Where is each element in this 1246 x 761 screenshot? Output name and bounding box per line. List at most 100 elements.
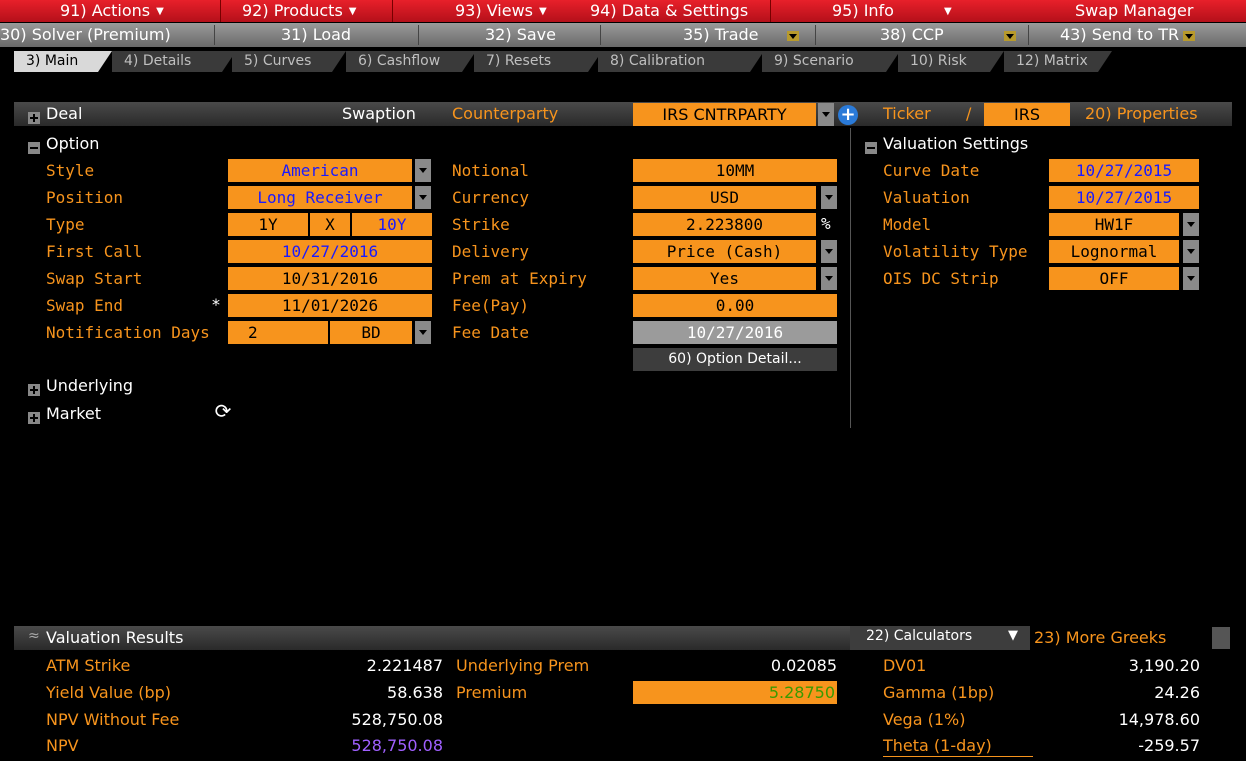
actions-menu[interactable]: 91) Actions ▼ (60, 0, 164, 22)
atm-strike-label: ATM Strike (46, 656, 131, 675)
ticker-label: Ticker (883, 104, 931, 123)
prem-at-expiry-dropdown[interactable] (821, 267, 837, 290)
delivery-field[interactable]: Price (Cash) (633, 240, 816, 263)
send-to-tr-button[interactable]: 43) Send to TR (1060, 23, 1196, 47)
strike-field[interactable]: 2.223800 (633, 213, 816, 236)
ois-dc-strip-field[interactable]: OFF (1049, 267, 1179, 290)
ccp-button[interactable]: 38) CCP (880, 23, 1016, 47)
prem-at-expiry-label: Prem at Expiry (452, 269, 587, 288)
fee-pay-field[interactable]: 0.00 (633, 294, 837, 317)
tab-scenario[interactable]: 9) Scenario (762, 51, 886, 72)
chevron-down-icon: ▼ (539, 5, 547, 17)
properties-button[interactable]: 20) Properties (1085, 104, 1198, 123)
currency-field[interactable]: USD (633, 186, 816, 209)
npv-label: NPV (46, 736, 79, 755)
notification-days-label: Notification Days (46, 323, 210, 342)
scroll-handle[interactable] (1212, 627, 1230, 649)
trade-button[interactable]: 35) Trade (683, 23, 799, 47)
ticker-field[interactable]: IRS (984, 103, 1070, 126)
ccp-button-label: 38) CCP (880, 25, 944, 44)
plus-icon (28, 411, 40, 424)
vega-value: 14,978.60 (1118, 710, 1200, 729)
notification-days-field[interactable]: 2 (228, 321, 328, 344)
valuation-results-title: Valuation Results (46, 628, 184, 647)
tab-risk[interactable]: 10) Risk (898, 51, 990, 72)
swap-start-field[interactable]: 10/31/2016 (228, 267, 432, 290)
save-button[interactable]: 32) Save (485, 23, 556, 47)
tab-edge (332, 51, 346, 72)
add-counterparty-icon[interactable]: + (838, 105, 858, 125)
notional-field[interactable]: 10MM (633, 159, 837, 182)
ois-dc-strip-dropdown[interactable] (1183, 267, 1199, 290)
counterparty-dropdown[interactable] (818, 103, 834, 126)
app-title: Swap Manager (1075, 1, 1194, 20)
style-label: Style (46, 161, 95, 180)
position-field[interactable]: Long Receiver (228, 186, 412, 209)
products-menu[interactable]: 92) Products ▼ (242, 0, 356, 22)
first-call-field[interactable]: 10/27/2016 (228, 240, 432, 263)
valuation-date-field[interactable]: 10/27/2015 (1049, 186, 1199, 209)
model-dropdown[interactable] (1183, 213, 1199, 236)
tab-details[interactable]: 4) Details (112, 51, 222, 72)
position-dropdown[interactable] (415, 186, 431, 209)
counterparty-field[interactable]: IRS CNTRPARTY (633, 103, 816, 126)
deal-expand-button[interactable] (28, 107, 40, 126)
views-menu[interactable]: 93) Views ▼ (455, 0, 547, 22)
column-divider (850, 128, 851, 428)
theta-underline (883, 756, 1033, 757)
ticker-separator: / (966, 104, 972, 123)
tab-main[interactable]: 3) Main (14, 51, 98, 72)
data-settings-menu[interactable]: 94) Data & Settings (590, 0, 748, 22)
info-menu[interactable]: 95) Info ▼ (832, 0, 952, 22)
volatility-type-field[interactable]: Lognormal (1049, 240, 1179, 263)
products-menu-label: 92) Products (242, 1, 343, 20)
refresh-icon[interactable]: ⟳ (212, 400, 234, 422)
swap-start-label: Swap Start (46, 269, 143, 288)
data-settings-menu-label: 94) Data & Settings (590, 1, 749, 20)
notification-unit-dropdown[interactable] (415, 321, 431, 344)
tab-cashflow[interactable]: 6) Cashflow (346, 51, 462, 72)
yield-value-label: Yield Value (bp) (46, 683, 171, 702)
underlying-prem-value: 0.02085 (770, 656, 837, 675)
market-expand-button[interactable] (28, 407, 40, 426)
currency-dropdown[interactable] (821, 186, 837, 209)
type-label: Type (46, 215, 85, 234)
solver-button[interactable]: 30) Solver (Premium) (0, 23, 213, 47)
type-underlying-tenor-field[interactable]: 10Y (352, 213, 432, 236)
tab-calibration[interactable]: 8) Calibration (598, 51, 750, 72)
type-tenor-field[interactable]: 1Y (228, 213, 308, 236)
first-call-label: First Call (46, 242, 143, 261)
calculators-label: 22) Calculators (866, 628, 973, 644)
style-dropdown[interactable] (415, 159, 431, 182)
notification-unit-field[interactable]: BD (330, 321, 412, 344)
triangle-down-icon: ▼ (1008, 628, 1018, 643)
fee-pay-label: Fee(Pay) (452, 296, 530, 315)
curve-date-field[interactable]: 10/27/2015 (1049, 159, 1199, 182)
option-detail-button[interactable]: 60) Option Detail... (633, 348, 837, 371)
fee-date-label: Fee Date (452, 323, 530, 342)
model-field[interactable]: HW1F (1049, 213, 1179, 236)
tab-matrix[interactable]: 12) Matrix (1004, 51, 1098, 72)
collapse-chevron-icon[interactable]: ≈ (28, 628, 40, 644)
tab-edge (1098, 51, 1112, 72)
more-greeks-button[interactable]: 23) More Greeks (1034, 628, 1166, 647)
volatility-type-dropdown[interactable] (1183, 240, 1199, 263)
swap-end-field[interactable]: 11/01/2026 (228, 294, 432, 317)
minus-icon (865, 141, 877, 154)
button-divider (418, 25, 419, 45)
delivery-dropdown[interactable] (821, 240, 837, 263)
delivery-label: Delivery (452, 242, 530, 261)
style-field[interactable]: American (228, 159, 412, 182)
valuation-settings-collapse-button[interactable] (865, 137, 877, 156)
underlying-expand-button[interactable] (28, 379, 40, 398)
prem-at-expiry-field[interactable]: Yes (633, 267, 816, 290)
valuation-settings-header: Valuation Settings (883, 134, 1029, 153)
button-divider (600, 25, 601, 45)
gamma-label: Gamma (1bp) (883, 683, 995, 702)
strike-label: Strike (452, 215, 510, 234)
option-collapse-button[interactable] (28, 137, 40, 156)
load-button[interactable]: 31) Load (281, 23, 351, 47)
tab-curves[interactable]: 5) Curves (232, 51, 332, 72)
top-menu-bar: 91) Actions ▼ 92) Products ▼ 93) Views ▼ 94… (0, 0, 1246, 22)
tab-resets[interactable]: 7) Resets (474, 51, 588, 72)
